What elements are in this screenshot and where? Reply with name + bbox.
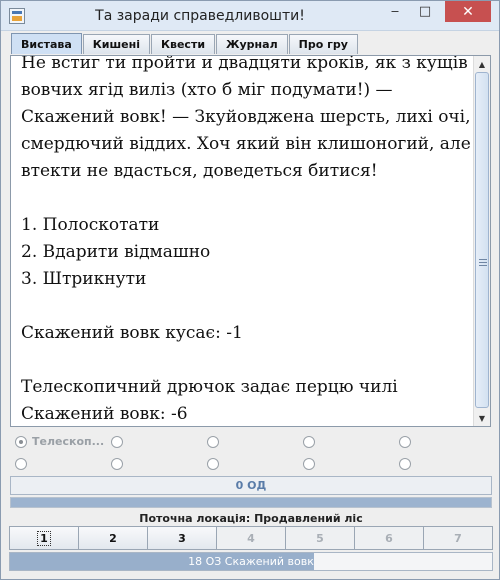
page-button-1[interactable]: 1 <box>10 527 79 549</box>
tab-quests[interactable]: Квести <box>151 34 216 54</box>
page-button-6[interactable]: 6 <box>355 527 424 549</box>
choice-radio-1-3[interactable] <box>207 436 219 448</box>
page-button-3[interactable]: 3 <box>148 527 217 549</box>
enemy-health-bar: 18 ОЗ Скажений вовк <box>9 552 493 571</box>
window-title: Та заради справедливошти! <box>95 8 305 24</box>
scroll-up-arrow-icon[interactable]: ▲ <box>474 56 490 72</box>
choice-grid: Телескоп... <box>13 433 493 473</box>
tab-bar: Вистава Кишені Квести Журнал Про гру <box>11 33 359 54</box>
page-button-7[interactable]: 7 <box>424 527 492 549</box>
tab-about[interactable]: Про гру <box>288 34 358 54</box>
current-location: Поточна локація: Продавлений ліс <box>139 512 363 525</box>
app-window: Та заради справедливошти! ‒ □ ✕ Вистава … <box>0 0 500 580</box>
choice-radio-1-5[interactable] <box>399 436 411 448</box>
action-points-label: 0 ОД <box>235 479 267 492</box>
choice-radio-2-4[interactable] <box>303 458 315 470</box>
story-text: Не встиг ти пройти и двадцяти кроків, як… <box>21 55 471 424</box>
page-button-2[interactable]: 2 <box>79 527 148 549</box>
title-bar[interactable]: Та заради справедливошти! ‒ □ ✕ <box>1 1 499 31</box>
enemy-health-label: 18 ОЗ Скажений вовк <box>188 555 314 568</box>
action-points-bar: 0 ОД <box>10 476 492 495</box>
page-button-4[interactable]: 4 <box>217 527 286 549</box>
choice-radio-2-3[interactable] <box>207 458 219 470</box>
choice-radio-1-4[interactable] <box>303 436 315 448</box>
choice-radio-1-1[interactable] <box>15 436 27 448</box>
grip-icon <box>479 259 487 266</box>
action-points-fill <box>10 497 492 508</box>
tab-performance[interactable]: Вистава <box>11 33 82 54</box>
page-button-5[interactable]: 5 <box>286 527 355 549</box>
choice-radio-2-1[interactable] <box>15 458 27 470</box>
scroll-thumb[interactable] <box>475 72 489 408</box>
choice-radio-2-2[interactable] <box>111 458 123 470</box>
vertical-scrollbar[interactable]: ▲ ▼ <box>473 56 490 426</box>
close-button[interactable]: ✕ <box>445 1 491 22</box>
choice-radio-2-5[interactable] <box>399 458 411 470</box>
maximize-button[interactable]: □ <box>411 1 439 22</box>
scroll-down-arrow-icon[interactable]: ▼ <box>474 410 490 426</box>
choice-radio-1-2[interactable] <box>111 436 123 448</box>
minimize-button[interactable]: ‒ <box>381 1 409 22</box>
tab-journal[interactable]: Журнал <box>216 34 288 54</box>
story-text-area[interactable]: Не встиг ти пройти и двадцяти кроків, як… <box>10 55 491 427</box>
choice-label-1-1[interactable]: Телескоп... <box>32 435 104 448</box>
tab-pockets[interactable]: Кишені <box>82 34 151 54</box>
app-icon[interactable] <box>9 8 25 24</box>
page-selector: 1 2 3 4 5 6 7 <box>9 526 493 550</box>
